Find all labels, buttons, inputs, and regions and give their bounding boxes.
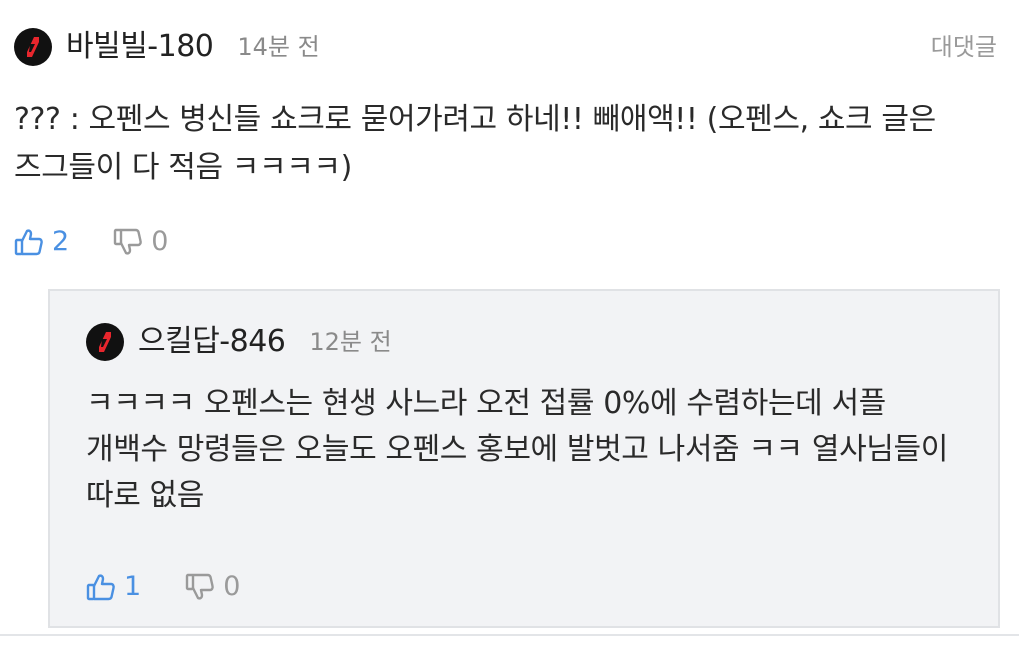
- reply-button[interactable]: 대댓글: [931, 30, 997, 64]
- dislike-count: 0: [223, 571, 241, 602]
- comment: 바빌빌-180 14분 전 대댓글 ??? : 오펜스 병신들 쇼크로 묻어가려…: [0, 0, 1019, 661]
- reply-text: ㅋㅋㅋㅋ 오펜스는 현생 사느라 오전 접률 0%에 수렴하는데 서플 개백수 …: [86, 386, 948, 513]
- thumbs-up-icon: [86, 574, 115, 601]
- comment-header: 바빌빌-180 14분 전: [14, 28, 320, 66]
- thumbs-down-icon: [185, 573, 215, 600]
- red-slash-badge-icon: [27, 37, 39, 57]
- comment-text: ??? : 오펜스 병신들 쇼크로 묻어가려고 하네!! 빼애액!! (오펜스,…: [14, 102, 936, 185]
- timestamp: 14분 전: [237, 33, 320, 61]
- dislike-count: 0: [151, 226, 169, 257]
- divider: [0, 634, 1019, 636]
- username[interactable]: 으킬답-846: [138, 323, 286, 361]
- reply-comment: 으킬답-846 12분 전 ㅋㅋㅋㅋ 오펜스는 현생 사느라 오전 접률 0%에…: [48, 289, 1000, 628]
- avatar[interactable]: [86, 323, 124, 361]
- dislike-button[interactable]: 0: [113, 224, 168, 260]
- vote-bar: 2 0: [14, 222, 168, 262]
- like-count: 2: [52, 226, 70, 257]
- avatar[interactable]: [14, 28, 52, 66]
- like-button[interactable]: 1: [86, 569, 141, 605]
- username[interactable]: 바빌빌-180: [66, 28, 214, 66]
- timestamp: 12분 전: [309, 328, 392, 356]
- dislike-button[interactable]: 0: [185, 569, 240, 605]
- vote-bar: 1 0: [86, 567, 240, 607]
- like-count: 1: [124, 571, 142, 602]
- thumbs-down-icon: [113, 228, 143, 255]
- like-button[interactable]: 2: [14, 224, 69, 260]
- thumbs-up-icon: [14, 229, 43, 256]
- red-slash-badge-icon: [99, 332, 111, 352]
- reply-header: 으킬답-846 12분 전: [86, 323, 392, 361]
